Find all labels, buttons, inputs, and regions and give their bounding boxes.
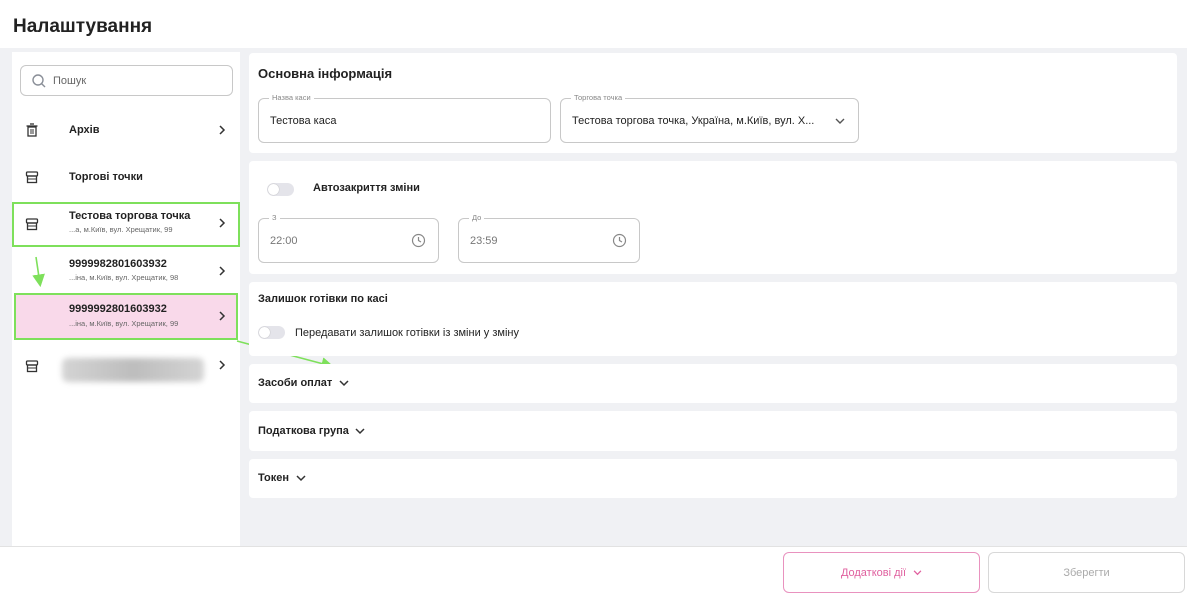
clock-icon[interactable]: [411, 233, 426, 248]
store-select[interactable]: Торгова точка Тестова торгова точка, Укр…: [560, 93, 859, 143]
from-time-label: З: [269, 213, 280, 222]
save-button[interactable]: Зберегти: [988, 552, 1185, 593]
to-time-value: 23:59: [470, 235, 498, 247]
save-label: Зберегти: [1063, 566, 1110, 579]
store-label: Торгова точка: [571, 93, 626, 102]
cash-name-label: Назва каси: [269, 93, 314, 102]
basic-info-title: Основна інформація: [258, 66, 393, 81]
autoclose-toggle[interactable]: [267, 183, 294, 196]
from-time-value: 22:00: [270, 235, 298, 247]
cash-name-value: Тестова каса: [270, 115, 337, 127]
chevron-down-icon[interactable]: [296, 475, 306, 482]
store-value: Тестова торгова точка, Україна, м.Київ, …: [572, 115, 815, 127]
cash-balance-toggle[interactable]: [258, 326, 285, 339]
token-title: Токен: [258, 472, 290, 484]
chevron-down-icon: [913, 569, 922, 575]
to-time-label: До: [469, 213, 485, 222]
cash-balance-title: Залишок готівки по касі: [258, 293, 388, 305]
footer-divider: [0, 546, 1187, 547]
token-accordion[interactable]: Токен: [249, 459, 1177, 498]
chevron-down-icon[interactable]: [355, 428, 365, 435]
autoclose-label: Автозакриття зміни: [313, 182, 420, 194]
payment-methods-title: Засоби оплат: [258, 377, 333, 389]
cash-balance-card: Залишок готівки по касі Передавати залиш…: [249, 282, 1177, 356]
to-time-field[interactable]: До 23:59: [458, 213, 640, 263]
more-actions-button[interactable]: Додаткові дії: [783, 552, 980, 593]
basic-info-card: Основна інформація Назва каси Тестова ка…: [249, 53, 1177, 153]
cash-balance-toggle-label: Передавати залишок готівки із зміни у зм…: [295, 327, 519, 339]
more-actions-label: Додаткові дії: [840, 566, 907, 579]
from-time-field[interactable]: З 22:00: [258, 213, 439, 263]
chevron-down-icon: [835, 118, 845, 124]
settings-page: Налаштування Пошук Архів Торгові точки Т…: [0, 0, 1187, 595]
chevron-down-icon[interactable]: [339, 380, 349, 387]
payment-methods-accordion[interactable]: Засоби оплат: [249, 364, 1177, 403]
cash-name-field[interactable]: Назва каси Тестова каса: [258, 93, 551, 143]
tax-group-title: Податкова група: [258, 425, 349, 437]
clock-icon[interactable]: [612, 233, 627, 248]
autoclose-card: Автозакриття зміни З 22:00 До 23:59: [249, 161, 1177, 274]
tax-group-accordion[interactable]: Податкова група: [249, 411, 1177, 451]
